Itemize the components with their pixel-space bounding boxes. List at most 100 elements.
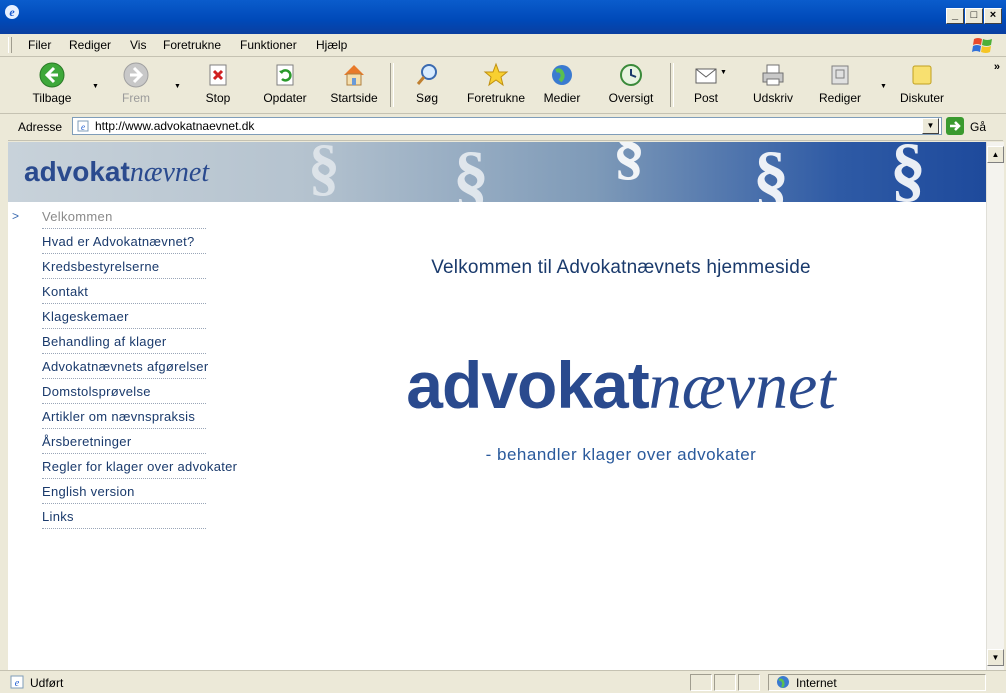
- maximize-button[interactable]: □: [965, 8, 983, 24]
- back-arrow-icon: [39, 62, 65, 88]
- nav-item-articles[interactable]: Artikler om nævnspraksis: [42, 404, 206, 429]
- favorites-label: Foretrukne: [466, 91, 526, 105]
- menu-grip: [8, 37, 12, 53]
- nav-item-label: Artikler om nævnspraksis: [42, 409, 196, 424]
- toolbar: Tilbage ▼ Frem ▼ Stop Opdater Startside: [0, 57, 1006, 114]
- forward-button[interactable]: Frem: [106, 61, 166, 109]
- printer-icon: [762, 64, 784, 86]
- mail-label: Post: [693, 91, 718, 105]
- edit-dropdown-icon[interactable]: ▼: [880, 83, 887, 90]
- home-button[interactable]: Startside: [324, 61, 384, 109]
- status-text: Udført: [30, 676, 64, 690]
- nav-item-about[interactable]: Hvad er Advokatnævnet?: [42, 229, 206, 254]
- home-icon: [344, 65, 364, 86]
- svg-text:e: e: [81, 122, 85, 132]
- vertical-scrollbar[interactable]: ▲ ▼: [986, 142, 1004, 670]
- history-button[interactable]: Oversigt: [601, 61, 661, 109]
- scroll-up-button[interactable]: ▲: [987, 146, 1004, 163]
- nav-item-complaint-handling[interactable]: Behandling af klager: [42, 329, 206, 354]
- ie-icon: e: [5, 5, 19, 19]
- edit-label: Rediger: [818, 91, 862, 105]
- paragraph-watermark-icon: §: [453, 142, 489, 202]
- nav-item-label: Hvad er Advokatnævnet?: [42, 234, 195, 249]
- site-banner: advokatnævnet § § § § §: [8, 142, 986, 202]
- refresh-icon: [276, 64, 294, 86]
- status-pane: [714, 674, 736, 691]
- nav-item-label: Behandling af klager: [42, 334, 167, 349]
- banner-logo-bold: advokat: [24, 156, 130, 187]
- status-pane: [690, 674, 712, 691]
- nav-item-court-review[interactable]: Domstolsprøvelse: [42, 379, 206, 404]
- history-clock-icon: [620, 64, 642, 86]
- close-button[interactable]: ×: [984, 8, 1002, 24]
- forward-dropdown-icon[interactable]: ▼: [174, 83, 181, 90]
- forward-label: Frem: [122, 91, 150, 105]
- discuss-button[interactable]: Diskuter: [892, 61, 952, 109]
- banner-logo[interactable]: advokatnævnet: [24, 156, 209, 189]
- address-input[interactable]: [72, 117, 942, 135]
- nav-item-annual-reports[interactable]: Årsberetninger: [42, 429, 206, 454]
- menu-file[interactable]: Filer: [28, 38, 51, 52]
- welcome-heading: Velkommen til Advokatnævnets hjemmeside: [431, 257, 811, 278]
- toolbar-separator: [670, 63, 674, 107]
- menu-bar: Filer Rediger Vis Foretrukne Funktioner …: [0, 34, 1006, 57]
- svg-text:e: e: [15, 678, 20, 689]
- refresh-label: Opdater: [263, 91, 307, 105]
- scroll-down-button[interactable]: ▼: [987, 649, 1004, 666]
- favorites-button[interactable]: Foretrukne: [466, 61, 526, 109]
- back-dropdown-icon[interactable]: ▼: [92, 83, 99, 90]
- stop-icon: [209, 64, 227, 86]
- menu-tools[interactable]: Funktioner: [240, 38, 297, 52]
- home-label: Startside: [330, 91, 378, 105]
- history-label: Oversigt: [608, 91, 654, 105]
- svg-text:e: e: [9, 5, 15, 19]
- paragraph-watermark-icon: §: [753, 142, 789, 202]
- paragraph-watermark-icon: §: [890, 142, 926, 202]
- nav-item-label: Regler for klager over advokater: [42, 459, 238, 474]
- menu-edit[interactable]: Rediger: [69, 38, 111, 52]
- nav-item-contact[interactable]: Kontakt: [42, 279, 206, 304]
- nav-item-links[interactable]: Links: [42, 504, 206, 529]
- tagline: - behandler klager over advokater: [485, 445, 757, 464]
- main-logo: advokatnævnet: [318, 347, 924, 425]
- go-button[interactable]: Gå: [970, 120, 986, 134]
- back-label: Tilbage: [32, 91, 72, 105]
- nav-item-english[interactable]: English version: [42, 479, 206, 504]
- mail-button[interactable]: Post: [676, 61, 736, 109]
- back-button[interactable]: Tilbage: [22, 61, 82, 109]
- minimize-button[interactable]: _: [946, 8, 964, 24]
- toolbar-separator: [390, 63, 394, 107]
- page-done-icon: e: [10, 675, 24, 689]
- stop-label: Stop: [205, 91, 231, 105]
- nav-item-complaint-forms[interactable]: Klageskemaer: [42, 304, 206, 329]
- nav-item-district-boards[interactable]: Kredsbestyrelserne: [42, 254, 206, 279]
- search-button[interactable]: Søg: [397, 61, 457, 109]
- nav-item-label: English version: [42, 484, 135, 499]
- nav-item-label: Kredsbestyrelserne: [42, 259, 160, 274]
- menu-view[interactable]: Vis: [130, 38, 146, 52]
- toolbar-overflow-chevron[interactable]: »: [994, 61, 1000, 73]
- site-navigation: > Velkommen Hvad er Advokatnævnet? Kredsb…: [8, 204, 237, 529]
- nav-item-decisions[interactable]: Advokatnævnets afgørelser: [42, 354, 208, 379]
- web-page-viewport: advokatnævnet § § § § § > Velkommen Hvad …: [8, 142, 986, 670]
- print-button[interactable]: Udskriv: [743, 61, 803, 109]
- edit-button[interactable]: Rediger: [810, 61, 870, 109]
- nav-item-rules[interactable]: Regler for klager over advokater: [42, 454, 237, 479]
- main-logo-bold: advokat: [406, 348, 649, 422]
- paragraph-watermark-icon: §: [308, 142, 340, 202]
- page-favicon-icon: e: [77, 120, 89, 132]
- mail-dropdown-icon[interactable]: ▼: [720, 69, 727, 76]
- menu-favorites[interactable]: Foretrukne: [163, 38, 221, 52]
- media-globe-icon: [552, 65, 572, 85]
- window-frame-left: [0, 140, 8, 670]
- refresh-button[interactable]: Opdater: [255, 61, 315, 109]
- address-dropdown-button[interactable]: ▼: [922, 118, 939, 134]
- banner-logo-italic: nævnet: [129, 157, 210, 188]
- forward-arrow-icon: [123, 62, 149, 88]
- star-icon: [483, 62, 509, 87]
- stop-button[interactable]: Stop: [188, 61, 248, 109]
- media-button[interactable]: Medier: [532, 61, 592, 109]
- nav-item-welcome[interactable]: > Velkommen: [12, 204, 206, 229]
- menu-help[interactable]: Hjælp: [316, 38, 347, 52]
- go-arrow-icon[interactable]: [946, 117, 964, 135]
